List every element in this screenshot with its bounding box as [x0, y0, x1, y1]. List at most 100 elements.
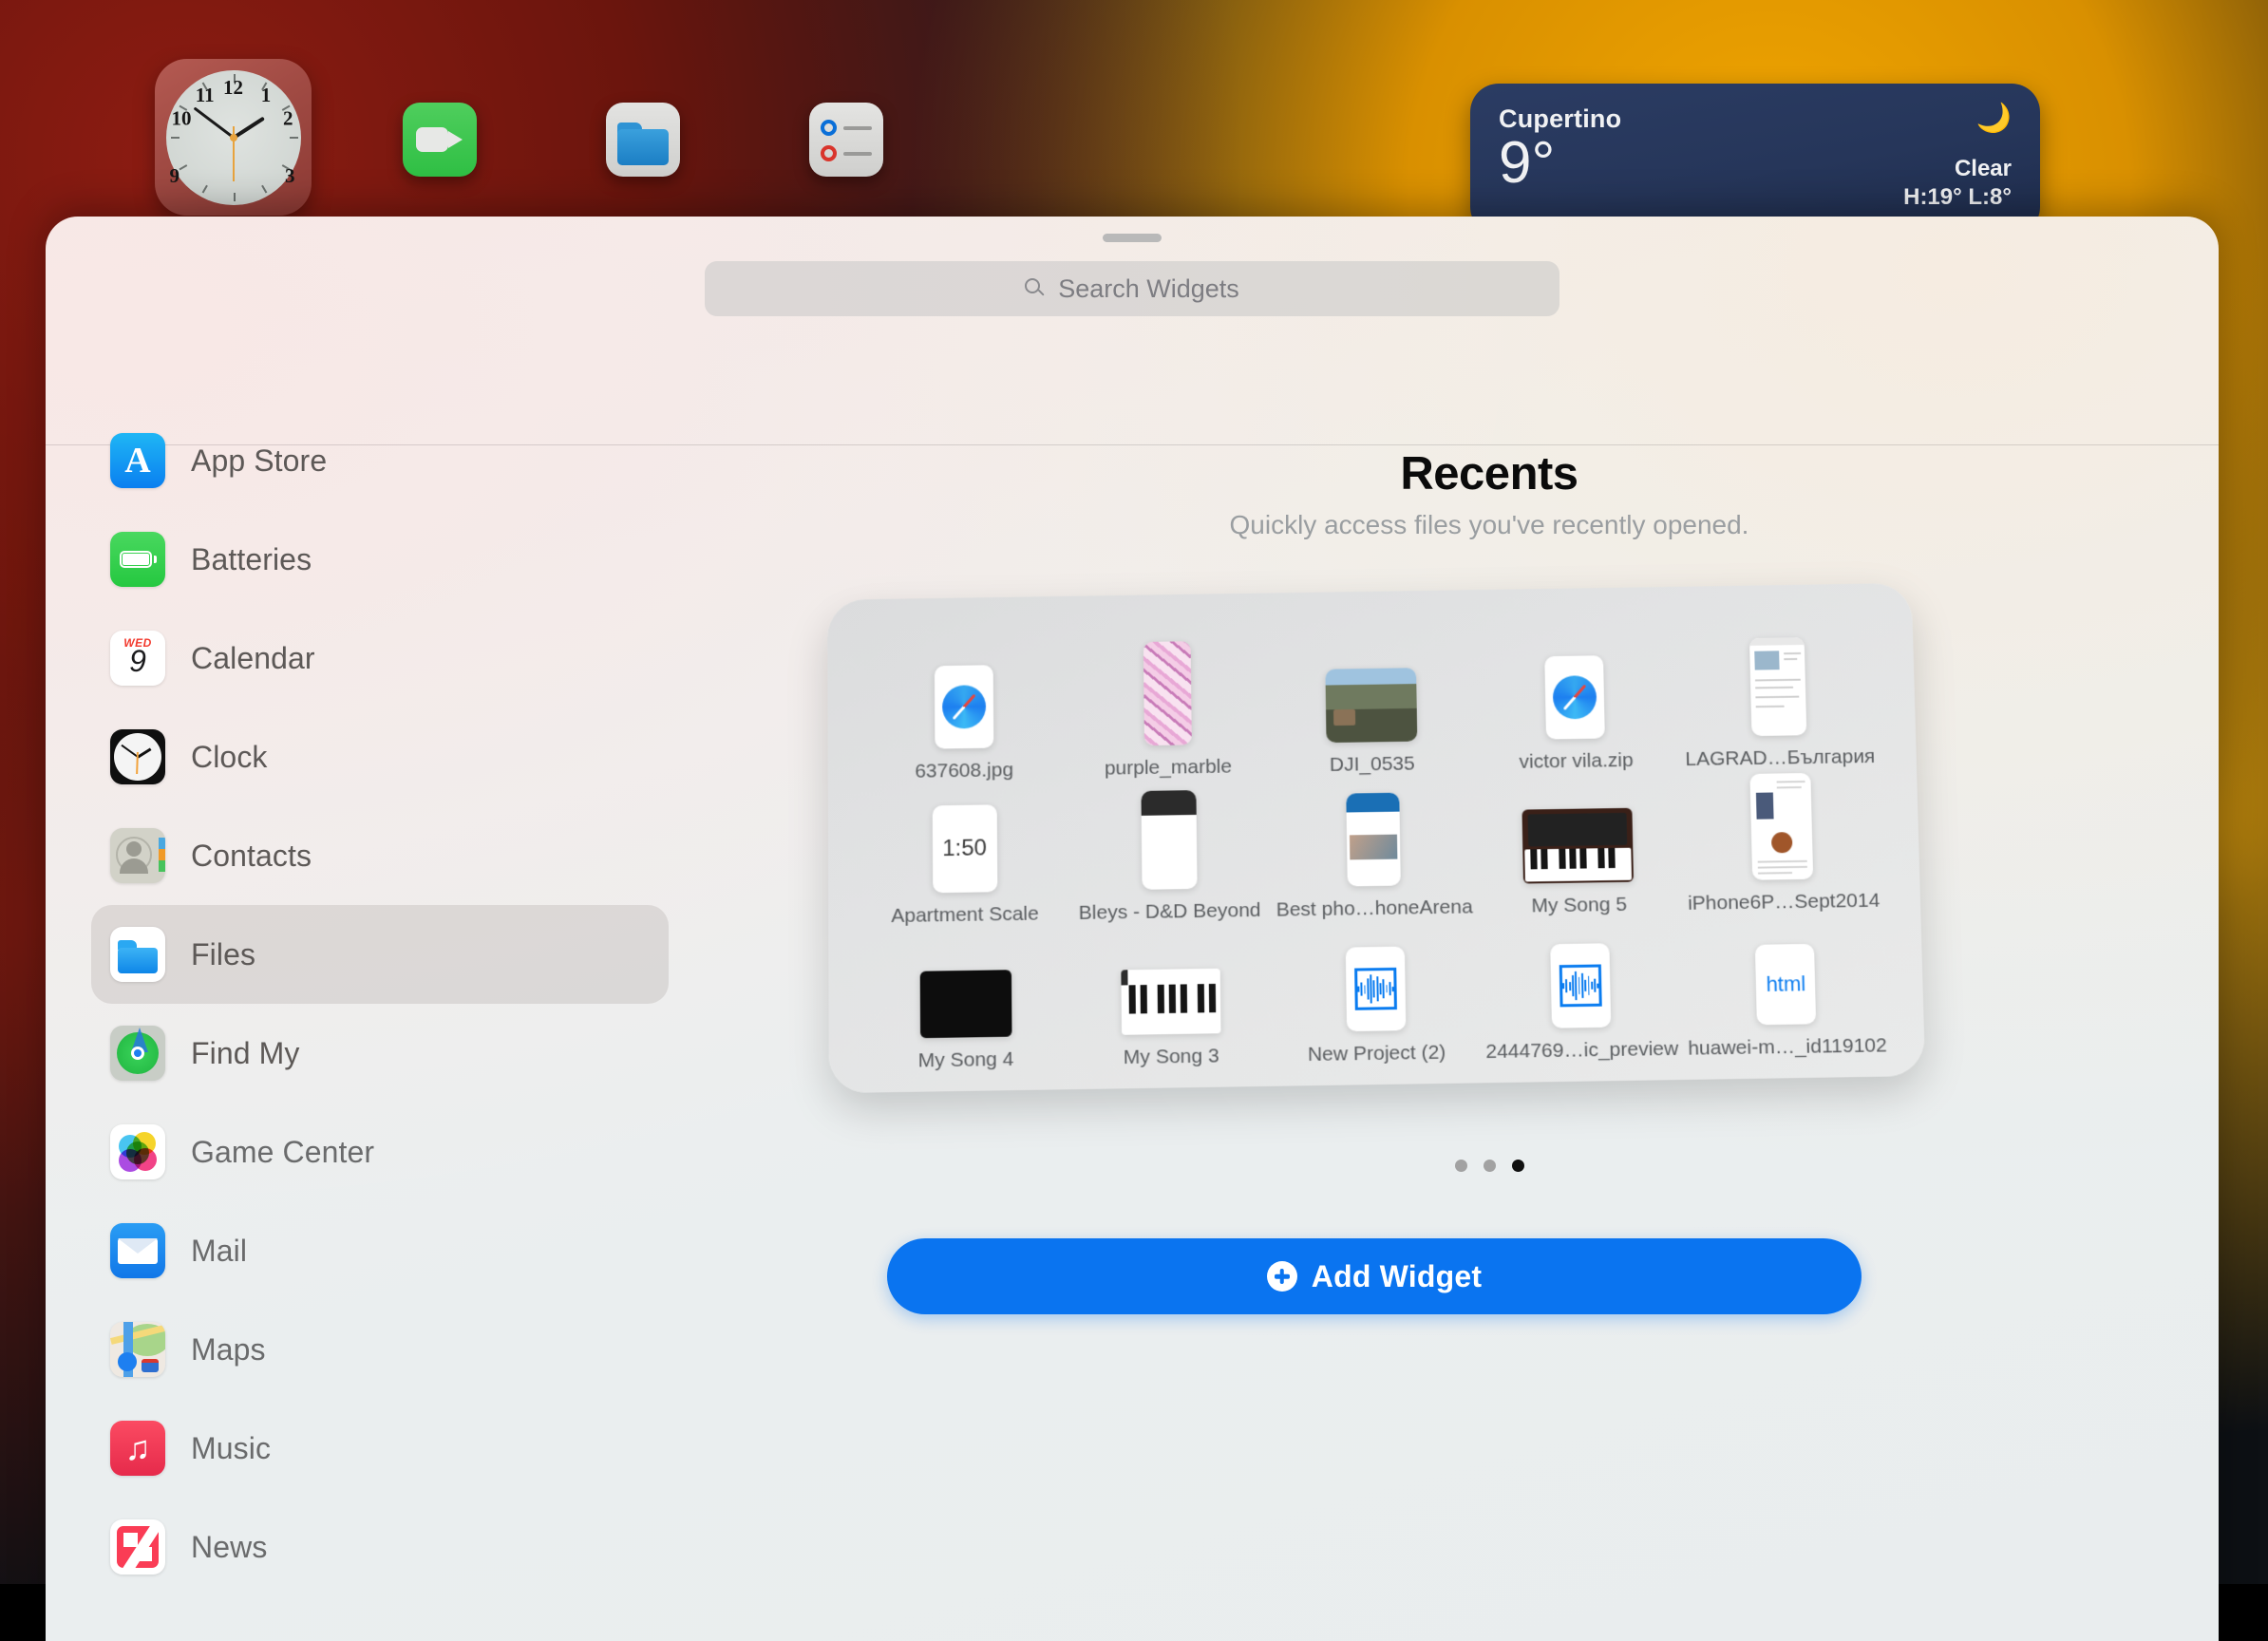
- sidebar-item-label: Files: [191, 937, 255, 972]
- contacts-icon: [110, 828, 165, 883]
- widget-file-item[interactable]: html huawei-m…_id119102: [1682, 913, 1891, 1061]
- file-name: huawei-m…_id119102: [1688, 1034, 1887, 1061]
- file-name: 637608.jpg: [915, 759, 1013, 783]
- home-screen-widget-row: 12 1 2 3 9 10 11 Cupertino 9° 🌙 Clear: [0, 0, 2268, 237]
- waveform-icon: [1354, 968, 1397, 1010]
- sidebar-item-app-store[interactable]: A App Store: [91, 411, 669, 510]
- recents-widget-preview[interactable]: 637608.jpg purple_marble DJI_0535 victor…: [827, 583, 1925, 1093]
- sidebar-item-news[interactable]: News: [91, 1498, 669, 1596]
- widget-file-item[interactable]: My Song 4: [862, 925, 1068, 1073]
- weather-high-low: H:19° L:8°: [1903, 184, 2012, 211]
- add-widget-button[interactable]: Add Widget: [887, 1238, 1862, 1314]
- search-widgets-field[interactable]: Search Widgets: [705, 261, 1559, 316]
- html-label: html: [1766, 971, 1805, 997]
- clock-numeral-3: 3: [285, 164, 295, 188]
- page-dot-1[interactable]: [1455, 1160, 1467, 1172]
- widget-preview-carousel[interactable]: 637608.jpg purple_marble DJI_0535 victor…: [710, 590, 2268, 1122]
- widget-file-item[interactable]: victor vila.zip: [1472, 628, 1679, 774]
- sidebar-item-files[interactable]: Files: [91, 905, 669, 1004]
- page-dot-3[interactable]: [1512, 1160, 1524, 1172]
- clock-hour-hand: [232, 116, 264, 139]
- sidebar-item-label: Contacts: [191, 839, 312, 874]
- home-clock-widget[interactable]: 12 1 2 3 9 10 11: [155, 59, 312, 216]
- search-icon: [1025, 278, 1046, 299]
- widget-file-item[interactable]: New Project (2): [1273, 918, 1480, 1066]
- widget-file-item[interactable]: My Song 3: [1068, 922, 1275, 1070]
- clock-numeral-1: 1: [261, 84, 272, 107]
- blue-webpage-thumb: [1346, 793, 1401, 887]
- clock-center-pin: [230, 134, 237, 141]
- toggle-blue-icon: [821, 120, 837, 136]
- facetime-app-icon[interactable]: [403, 103, 477, 177]
- widget-file-item[interactable]: Best pho…honeArena: [1271, 775, 1478, 922]
- widget-file-item[interactable]: 637608.jpg: [861, 637, 1067, 783]
- widget-file-item[interactable]: purple_marble: [1065, 634, 1270, 781]
- page-title: Recents: [710, 447, 2268, 500]
- sidebar-item-find-my[interactable]: Find My: [91, 1004, 669, 1103]
- safari-icon: [1553, 675, 1597, 719]
- sidebar-item-game-center[interactable]: Game Center: [91, 1103, 669, 1201]
- clock-numeral-12: 12: [223, 76, 243, 100]
- black-device-thumb: [919, 970, 1011, 1038]
- sidebar-item-maps[interactable]: Maps: [91, 1300, 669, 1399]
- widget-file-item[interactable]: 1:50 Apartment Scale: [862, 781, 1068, 928]
- widget-file-item[interactable]: DJI_0535: [1269, 632, 1475, 778]
- file-name: 2444769…ic_preview: [1485, 1038, 1678, 1064]
- maps-icon: [110, 1322, 165, 1377]
- file-name: Apartment Scale: [891, 903, 1039, 928]
- sidebar-item-mail[interactable]: Mail: [91, 1201, 669, 1300]
- search-placeholder: Search Widgets: [1058, 274, 1239, 304]
- calendar-icon: WED 9: [110, 631, 165, 686]
- sidebar-item-clock[interactable]: Clock: [91, 707, 669, 806]
- document-page-thumb: [1750, 773, 1814, 880]
- sidebar-item-label: Find My: [191, 1036, 300, 1071]
- safari-document-thumb: [935, 665, 993, 748]
- widget-file-item[interactable]: iPhone6P…Sept2014: [1678, 768, 1886, 915]
- page-indicator[interactable]: [710, 1160, 2268, 1172]
- sidebar-item-music[interactable]: ♫ Music: [91, 1399, 669, 1498]
- file-name: iPhone6P…Sept2014: [1688, 890, 1881, 915]
- file-name: LAGRAD…България: [1685, 745, 1875, 771]
- clock-face: 12 1 2 3 9 10 11: [166, 70, 301, 205]
- widget-app-sidebar[interactable]: A App Store Batteries WED 9 Calendar Clo…: [46, 445, 710, 1584]
- widget-file-item[interactable]: LAGRAD…България: [1675, 625, 1882, 771]
- page-dot-2[interactable]: [1484, 1160, 1496, 1172]
- timer-value: 1:50: [942, 835, 987, 862]
- files-icon: [110, 927, 165, 982]
- sidebar-item-calendar[interactable]: WED 9 Calendar: [91, 609, 669, 707]
- sidebar-item-label: Game Center: [191, 1135, 374, 1170]
- files-app-icon[interactable]: [606, 103, 680, 177]
- html-file-thumb: html: [1755, 944, 1816, 1025]
- piano-keys-thumb: [1121, 969, 1220, 1035]
- moon-stars-icon: 🌙: [1903, 104, 2012, 133]
- sidebar-item-batteries[interactable]: Batteries: [91, 510, 669, 609]
- widget-file-item[interactable]: Bleys - D&D Beyond: [1067, 778, 1273, 925]
- widget-detail-pane: Recents Quickly access files you've rece…: [710, 445, 2268, 1584]
- widget-file-item[interactable]: My Song 5: [1474, 771, 1681, 918]
- clock-minute-hand: [193, 106, 234, 139]
- file-name: My Song 4: [918, 1048, 1014, 1073]
- clock-numeral-11: 11: [196, 84, 215, 107]
- sheet-drag-handle[interactable]: [1103, 234, 1162, 242]
- news-icon: [110, 1519, 165, 1575]
- sidebar-item-label: Batteries: [191, 542, 312, 577]
- weather-widget[interactable]: Cupertino 9° 🌙 Clear H:19° L:8°: [1470, 84, 2040, 236]
- marble-image-thumb: [1143, 641, 1192, 745]
- calendar-day: 9: [110, 646, 165, 676]
- file-name: New Project (2): [1308, 1042, 1446, 1066]
- sidebar-item-label: Clock: [191, 740, 268, 775]
- app-store-icon: A: [110, 433, 165, 488]
- widget-file-item[interactable]: 2444769…ic_preview: [1477, 915, 1685, 1064]
- settings-app-icon[interactable]: [809, 103, 883, 177]
- music-icon: ♫: [110, 1421, 165, 1476]
- plus-circle-icon: [1267, 1261, 1297, 1292]
- toggle-line-2: [843, 152, 872, 156]
- sidebar-item-contacts[interactable]: Contacts: [91, 806, 669, 905]
- weather-condition: Clear: [1903, 156, 2012, 182]
- sidebar-item-label: Mail: [191, 1234, 247, 1269]
- widget-file-row: 637608.jpg purple_marble DJI_0535 victor…: [861, 625, 1882, 784]
- sidebar-item-label: Music: [191, 1431, 271, 1466]
- toggle-red-icon: [821, 145, 837, 161]
- waveform-icon: [1559, 964, 1602, 1007]
- timer-thumb: 1:50: [932, 804, 997, 893]
